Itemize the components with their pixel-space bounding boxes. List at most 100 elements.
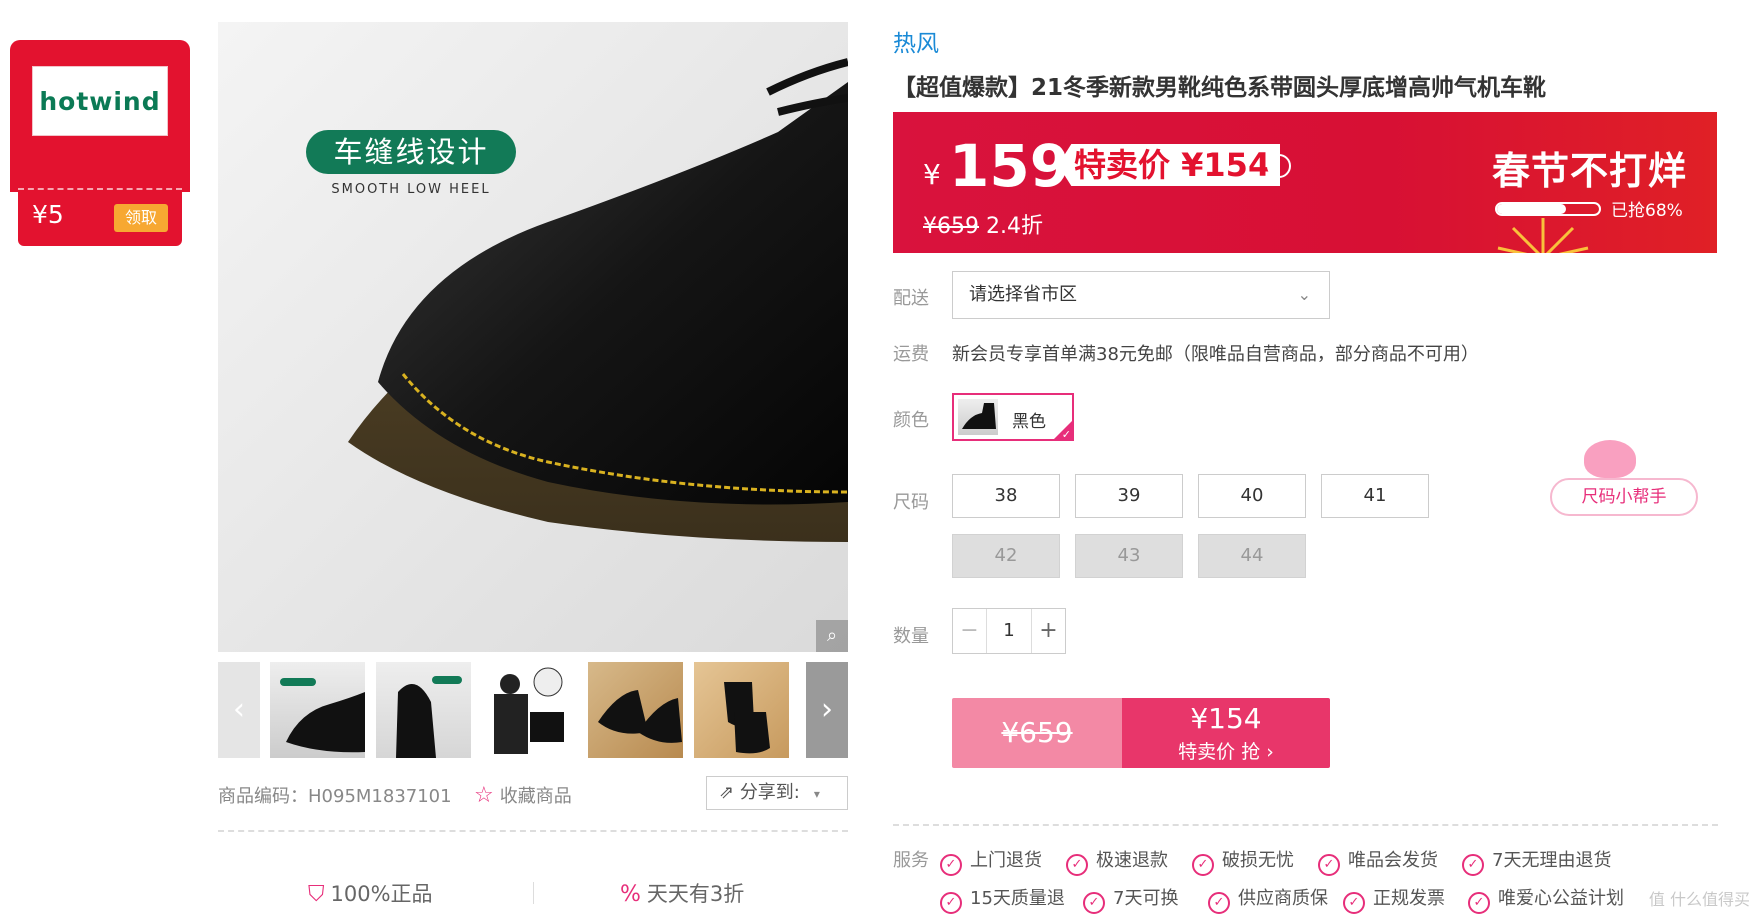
coupon-bottom: ¥5 领取 bbox=[18, 188, 182, 246]
chevron-left-icon[interactable]: ‹ bbox=[218, 662, 260, 758]
service-label: 供应商质保 bbox=[1238, 888, 1328, 909]
current-price: 159 bbox=[949, 132, 1071, 200]
color-option-label: 黑色 bbox=[1012, 412, 1046, 432]
check-circle-icon: ✓ bbox=[1343, 892, 1365, 914]
share-button[interactable]: ⇗ 分享到: ▾ bbox=[706, 776, 848, 810]
size-label: 尺码 bbox=[893, 492, 929, 513]
price-banner: ¥ 159 特卖价 ¥154 i ¥659 2.4折 春节不打烊 已抢68% bbox=[893, 112, 1717, 253]
currency-symbol: ¥ bbox=[923, 158, 941, 191]
promo-title: 春节不打烊 bbox=[1491, 149, 1687, 193]
product-title: 【超值爆款】21冬季新款男靴纯色系带圆头厚底增高帅气机车靴 bbox=[893, 75, 1547, 101]
divider bbox=[218, 830, 848, 832]
quantity-stepper: − 1 + bbox=[952, 608, 1066, 654]
region-select[interactable]: 请选择省市区 ⌄ bbox=[952, 271, 1330, 319]
service-label: 极速退款 bbox=[1096, 850, 1168, 871]
service-label: 7天可换 bbox=[1113, 888, 1179, 909]
service-item: ✓ 正规发票 bbox=[1343, 884, 1445, 914]
check-circle-icon: ✓ bbox=[1192, 854, 1214, 876]
divider bbox=[533, 882, 534, 904]
coupon-amount: ¥5 bbox=[32, 200, 64, 229]
check-circle-icon: ✓ bbox=[1083, 892, 1105, 914]
mascot-icon bbox=[1584, 440, 1636, 478]
original-price-line: ¥659 2.4折 bbox=[923, 208, 1043, 240]
service-label: 15天质量退 bbox=[970, 888, 1065, 909]
feature-badge-subtitle: SMOOTH LOW HEEL bbox=[331, 182, 491, 197]
product-meta: 商品编码：H095M1837101 ☆ 收藏商品 ⇗ 分享到: ▾ bbox=[218, 776, 848, 816]
guarantee-label: 天天有3折 bbox=[646, 882, 745, 906]
minus-button[interactable]: − bbox=[953, 609, 987, 653]
feature-badge: 车缝线设计 bbox=[306, 130, 516, 174]
color-swatch bbox=[958, 399, 998, 435]
coupon-top: hotwind bbox=[10, 40, 190, 192]
firework-decoration bbox=[1497, 218, 1589, 253]
service-item: ✓ 15天质量退 bbox=[940, 884, 1065, 914]
size-option[interactable]: 40 bbox=[1198, 474, 1306, 518]
share-label: 分享到: bbox=[739, 782, 800, 803]
divider bbox=[893, 824, 1718, 826]
service-item: ✓ 上门退货 bbox=[940, 846, 1042, 876]
magnifier-icon[interactable]: ⌕ bbox=[816, 620, 848, 652]
thumbnail-strip: ‹ › bbox=[218, 662, 848, 758]
favorite-link[interactable]: ☆ 收藏商品 bbox=[474, 782, 572, 808]
brand-logo[interactable]: hotwind bbox=[32, 66, 168, 136]
service-item: ✓ 破损无忧 bbox=[1192, 846, 1294, 876]
thumbnail-4[interactable] bbox=[588, 662, 683, 758]
percent-icon: % bbox=[620, 882, 641, 907]
service-label: 上门退货 bbox=[970, 850, 1042, 871]
brand-coupon[interactable]: hotwind ¥5 领取 bbox=[10, 40, 190, 246]
quantity-label: 数量 bbox=[893, 626, 929, 647]
services-label: 服务 bbox=[893, 850, 929, 871]
shipping-label: 运费 bbox=[893, 344, 929, 365]
plus-button[interactable]: + bbox=[1031, 609, 1065, 653]
buy-button[interactable]: ¥659 ¥154 特卖价 抢 › bbox=[952, 698, 1330, 768]
buy-original-price-text: ¥659 bbox=[1001, 716, 1073, 749]
guarantee-label: 100%正品 bbox=[330, 882, 433, 906]
check-circle-icon: ✓ bbox=[1318, 854, 1340, 876]
thumbnail-3[interactable] bbox=[482, 662, 577, 758]
check-circle-icon: ✓ bbox=[940, 854, 962, 876]
size-option[interactable]: 39 bbox=[1075, 474, 1183, 518]
service-item: ✓ 7天无理由退货 bbox=[1462, 846, 1611, 876]
brand-link[interactable]: 热风 bbox=[893, 24, 939, 58]
service-item: ✓ 唯品会发货 bbox=[1318, 846, 1438, 876]
size-option[interactable]: 41 bbox=[1321, 474, 1429, 518]
service-item: ✓ 唯爱心公益计划 bbox=[1468, 884, 1624, 914]
size-helper-button[interactable]: 尺码小帮手 bbox=[1550, 478, 1698, 516]
thumbnail-1[interactable] bbox=[270, 662, 365, 758]
main-product-image[interactable]: 车缝线设计 SMOOTH LOW HEEL ⌕ bbox=[218, 22, 848, 652]
check-circle-icon: ✓ bbox=[1066, 854, 1088, 876]
product-code: 商品编码：H095M1837101 bbox=[218, 786, 452, 807]
thumbnail-2[interactable] bbox=[376, 662, 471, 758]
quantity-input[interactable]: 1 bbox=[987, 609, 1031, 653]
original-price: ¥659 bbox=[923, 214, 979, 239]
star-icon: ☆ bbox=[474, 783, 494, 808]
service-label: 唯爱心公益计划 bbox=[1498, 888, 1624, 909]
size-option[interactable]: 38 bbox=[952, 474, 1060, 518]
guarantee-authentic: ⛉ 100%正品 bbox=[308, 878, 433, 908]
service-item: ✓ 极速退款 bbox=[1066, 846, 1168, 876]
service-label: 正规发票 bbox=[1373, 888, 1445, 909]
color-option-black[interactable]: 黑色 ✓ bbox=[952, 393, 1074, 441]
chevron-right-icon[interactable]: › bbox=[806, 662, 848, 758]
size-helper[interactable]: 尺码小帮手 bbox=[1550, 440, 1700, 520]
thumbnail-5[interactable] bbox=[694, 662, 789, 758]
chevron-down-icon: ⌄ bbox=[1297, 285, 1311, 304]
claim-coupon-button[interactable]: 领取 bbox=[114, 204, 168, 232]
check-circle-icon: ✓ bbox=[1208, 892, 1230, 914]
service-item: ✓ 供应商质保 bbox=[1208, 884, 1328, 914]
caret-down-icon: ▾ bbox=[813, 787, 820, 801]
buy-now[interactable]: ¥154 特卖价 抢 › bbox=[1122, 698, 1330, 768]
product-page: hotwind ¥5 领取 车缝线设计 SMOOTH LOW HEEL ⌕ ‹ … bbox=[0, 0, 1756, 914]
region-placeholder: 请选择省市区 bbox=[969, 284, 1077, 305]
check-circle-icon: ✓ bbox=[1462, 854, 1484, 876]
info-icon[interactable]: i bbox=[1267, 154, 1291, 178]
service-label: 破损无忧 bbox=[1222, 850, 1294, 871]
special-price-tag: 特卖价 ¥154 bbox=[1058, 144, 1281, 186]
check-circle-icon: ✓ bbox=[940, 892, 962, 914]
delivery-label: 配送 bbox=[893, 288, 929, 309]
size-option-disabled: 43 bbox=[1075, 534, 1183, 578]
buy-price: ¥154 bbox=[1190, 702, 1262, 735]
service-label: 7天无理由退货 bbox=[1492, 850, 1612, 871]
guarantee-discount: % 天天有3折 bbox=[620, 878, 744, 908]
check-circle-icon: ✓ bbox=[1468, 892, 1490, 914]
